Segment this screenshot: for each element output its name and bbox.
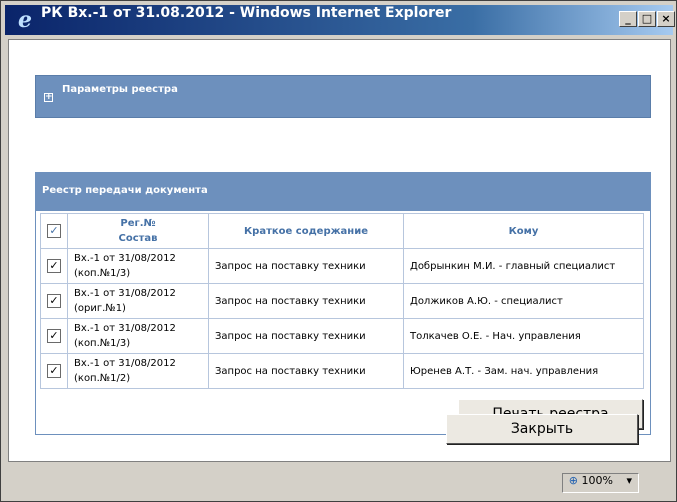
- copy-number: (ориг.№1): [74, 303, 126, 314]
- recipient-column-header: Кому: [403, 213, 644, 249]
- table-row: ✓ Вх.-1 от 31/08/2012 (ориг.№1) Запрос на…: [40, 283, 644, 319]
- registry-table: ✓ Рег.№ Состав Краткое содержание Кому ✓…: [40, 213, 644, 389]
- page-content: + Параметры реестра Реестр передачи доку…: [8, 39, 671, 462]
- row-checkbox[interactable]: ✓: [47, 258, 61, 273]
- zoom-control[interactable]: ⊕ 100% ▾: [561, 473, 639, 493]
- select-all-cell[interactable]: ✓: [40, 213, 68, 249]
- registry-transfer-panel: Реестр передачи документа ✓ Рег.№ Состав…: [35, 172, 651, 435]
- zoom-dropdown-arrow-icon[interactable]: ▾: [626, 474, 632, 487]
- row-checkbox-cell[interactable]: ✓: [40, 353, 68, 389]
- reg-no-header-label: Рег.№: [120, 218, 156, 229]
- zoom-magnifier-icon: ⊕: [568, 474, 579, 487]
- reg-number: Вх.-1 от 31/08/2012: [74, 253, 176, 264]
- content-column-header: Краткое содержание: [208, 213, 404, 249]
- registry-params-panel[interactable]: + Параметры реестра: [35, 75, 651, 118]
- reg-number: Вх.-1 от 31/08/2012: [74, 358, 176, 369]
- reg-no-column-header: Рег.№ Состав: [67, 213, 209, 249]
- row-checkbox[interactable]: ✓: [47, 293, 61, 308]
- row-checkbox-cell[interactable]: ✓: [40, 248, 68, 284]
- title-bar: e РК Вх.-1 от 31.08.2012 - Windows Inter…: [5, 5, 675, 35]
- row-checkbox[interactable]: ✓: [47, 328, 61, 343]
- reg-cell: Вх.-1 от 31/08/2012 (коп.№1/3): [67, 248, 209, 284]
- close-button[interactable]: Закрыть: [446, 414, 638, 444]
- select-all-checkbox[interactable]: ✓: [47, 224, 61, 238]
- sostav-header-label: Состав: [118, 233, 158, 244]
- reg-cell: Вх.-1 от 31/08/2012 (ориг.№1): [67, 283, 209, 319]
- recipient-cell: Толкачев О.Е. - Нач. управления: [403, 318, 644, 354]
- row-checkbox-cell[interactable]: ✓: [40, 318, 68, 354]
- table-row: ✓ Вх.-1 от 31/08/2012 (коп.№1/2) Запрос н…: [40, 353, 644, 389]
- minimize-button[interactable]: _: [619, 11, 637, 27]
- content-cell: Запрос на поставку техники: [208, 318, 404, 354]
- reg-cell: Вх.-1 от 31/08/2012 (коп.№1/2): [67, 353, 209, 389]
- internet-explorer-icon: e: [18, 7, 32, 33]
- copy-number: (коп.№1/3): [74, 338, 131, 349]
- reg-number: Вх.-1 от 31/08/2012: [74, 323, 176, 334]
- recipient-cell: Должиков А.Ю. - специалист: [403, 283, 644, 319]
- copy-number: (коп.№1/3): [74, 268, 131, 279]
- table-row: ✓ Вх.-1 от 31/08/2012 (коп.№1/3) Запрос н…: [40, 318, 644, 354]
- content-cell: Запрос на поставку техники: [208, 353, 404, 389]
- zoom-level: 100%: [581, 474, 613, 487]
- reg-cell: Вх.-1 от 31/08/2012 (коп.№1/3): [67, 318, 209, 354]
- maximize-button[interactable]: □: [638, 11, 656, 27]
- expand-plus-icon[interactable]: +: [44, 93, 53, 102]
- status-bar: ⊕ 100% ▾: [5, 467, 673, 497]
- registry-transfer-header: Реестр передачи документа: [36, 173, 650, 211]
- registry-params-label: Параметры реестра: [62, 84, 178, 95]
- table-header-row: ✓ Рег.№ Состав Краткое содержание Кому: [40, 213, 644, 249]
- close-window-button[interactable]: ×: [657, 11, 675, 27]
- window-title: РК Вх.-1 от 31.08.2012 - Windows Interne…: [41, 5, 452, 21]
- row-checkbox[interactable]: ✓: [47, 363, 61, 378]
- copy-number: (коп.№1/2): [74, 373, 131, 384]
- ie-window: e РК Вх.-1 от 31.08.2012 - Windows Inter…: [0, 0, 677, 502]
- recipient-cell: Добрынкин М.И. - главный специалист: [403, 248, 644, 284]
- reg-number: Вх.-1 от 31/08/2012: [74, 288, 176, 299]
- recipient-cell: Юренев А.Т. - Зам. нач. управления: [403, 353, 644, 389]
- row-checkbox-cell[interactable]: ✓: [40, 283, 68, 319]
- table-row: ✓ Вх.-1 от 31/08/2012 (коп.№1/3) Запрос н…: [40, 248, 644, 284]
- content-cell: Запрос на поставку техники: [208, 283, 404, 319]
- content-cell: Запрос на поставку техники: [208, 248, 404, 284]
